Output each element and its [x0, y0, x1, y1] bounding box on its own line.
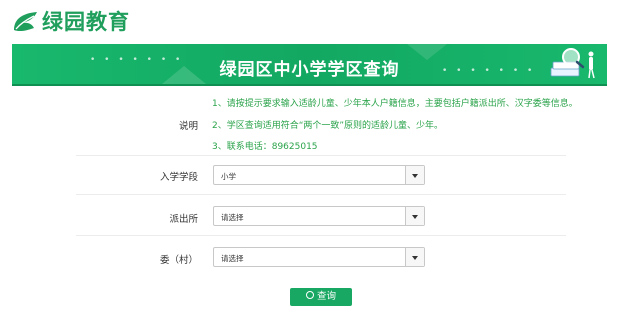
divider — [76, 155, 566, 156]
committee-select[interactable]: 请选择 — [213, 247, 425, 267]
note-line: 3、联系电话：89625015 — [212, 142, 318, 152]
caret-down-icon — [412, 174, 418, 178]
divider — [76, 194, 566, 195]
caret-down-icon — [412, 256, 418, 260]
committee-select-value: 请选择 — [221, 254, 244, 263]
police-select-value: 请选择 — [221, 213, 244, 222]
notes-label: 说明 — [178, 121, 198, 132]
site-header: 绿园教育 — [0, 0, 641, 38]
stage-select[interactable]: 小学 — [213, 165, 425, 185]
note-line: 2、学区查询适用符合“两个一致”原则的适龄儿童、少年。 — [212, 121, 444, 131]
page-title: 绿园区中小学学区查询 — [219, 60, 400, 80]
police-label: 派出所 — [169, 214, 198, 225]
caret-down-icon — [412, 215, 418, 219]
leaf-logo-icon — [14, 12, 37, 32]
stage-label: 入学学段 — [159, 172, 198, 183]
query-button-label: 查询 — [316, 291, 336, 302]
magnifier-books-icon — [550, 48, 595, 79]
police-station-select[interactable]: 请选择 — [213, 206, 425, 226]
stage-select-value: 小学 — [221, 172, 236, 181]
note-line: 1、请按提示要求输入适龄儿童、少年本人户籍信息，主要包括户籍派出所、汉字委等信息… — [212, 99, 578, 109]
banner: • • • • • • • • • • • • • • 绿园区中小学学区查询 — [12, 44, 607, 86]
committee-label: 委（村） — [159, 255, 198, 266]
query-button[interactable]: 查询 — [290, 288, 352, 306]
police-dropdown-button[interactable] — [405, 207, 424, 225]
stage-dropdown-button[interactable] — [405, 166, 424, 184]
committee-dropdown-button[interactable] — [405, 248, 424, 266]
site-logo-text[interactable]: 绿园教育 — [42, 6, 130, 36]
divider — [76, 235, 566, 236]
search-icon — [305, 291, 314, 299]
